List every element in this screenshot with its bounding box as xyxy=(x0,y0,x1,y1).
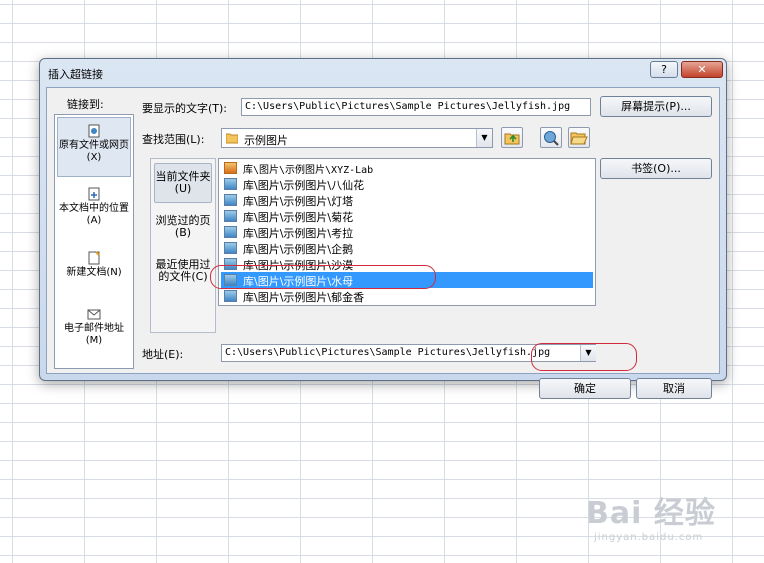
link-to-email[interactable]: 电子邮件地址(M) xyxy=(57,307,131,357)
display-text-input[interactable]: C:\Users\Public\Pictures\Sample Pictures… xyxy=(241,98,591,116)
ok-button[interactable]: 确定 xyxy=(539,378,631,399)
file-name: 库\图片\示例图片\菊花 xyxy=(243,211,354,224)
file-row[interactable]: 库\图片\示例图片\郁金香 xyxy=(221,288,593,304)
look-in-label: 查找范围(L): xyxy=(142,133,205,146)
file-name: 库\图片\示例图片\XYZ-Lab xyxy=(243,165,374,176)
file-name: 库\图片\示例图片\沙漠 xyxy=(243,259,354,272)
file-row[interactable]: 库\图片\示例图片\灯塔 xyxy=(221,192,593,208)
link-to-new-document[interactable]: 新建文档(N) xyxy=(57,251,131,291)
close-button[interactable]: ✕ xyxy=(681,61,723,78)
insert-hyperlink-dialog: 插入超链接 ? ✕ 链接到: 原有文件或网页(X) 本文档中的位置(A) 新建文… xyxy=(39,58,727,399)
nav-recent-files[interactable]: 最近使用过的文件(C) xyxy=(154,259,212,299)
title-bar[interactable]: 插入超链接 ? ✕ xyxy=(40,59,726,87)
address-input[interactable]: C:\Users\Public\Pictures\Sample Pictures… xyxy=(221,344,596,362)
file-row[interactable]: 库\图片\示例图片\企鹅 xyxy=(221,240,593,256)
watermark-brand: Bai 经验 xyxy=(586,496,716,531)
address-chevron-down-icon[interactable]: ▼ xyxy=(580,345,596,361)
address-label: 地址(E): xyxy=(142,348,184,361)
file-list[interactable]: 库\图片\示例图片\XYZ-Lab 库\图片\示例图片\八仙花 库\图片\示例图… xyxy=(218,158,596,306)
file-name: 库\图片\示例图片\灯塔 xyxy=(243,195,354,208)
up-folder-icon xyxy=(504,133,520,145)
bookmark-button[interactable]: 书签(O)... xyxy=(600,158,712,179)
watermark: Bai 经验 jingyan.baidu.com xyxy=(586,488,716,543)
web-search-icon xyxy=(544,131,559,146)
chevron-down-icon[interactable]: ▼ xyxy=(476,129,492,147)
file-row[interactable]: 库\图片\示例图片\XYZ-Lab xyxy=(221,160,593,176)
screen-tip-button[interactable]: 屏幕提示(P)... xyxy=(600,96,712,117)
web-page-icon xyxy=(88,124,100,138)
dialog-title: 插入超链接 xyxy=(48,68,103,81)
file-row[interactable]: 库\图片\示例图片\考拉 xyxy=(221,224,593,240)
nav-browsed-pages[interactable]: 浏览过的页(B) xyxy=(154,215,212,245)
dialog-body: 链接到: 原有文件或网页(X) 本文档中的位置(A) 新建文档(N) 电子邮件地… xyxy=(46,87,720,399)
file-name: 库\图片\示例图片\水母 xyxy=(243,275,354,288)
link-to-new-document-label: 新建文档(N) xyxy=(66,267,122,278)
open-folder-icon xyxy=(570,132,588,145)
look-in-value: 示例图片 xyxy=(244,134,288,147)
file-row[interactable]: 库\图片\示例图片\八仙花 xyxy=(221,176,593,192)
email-icon xyxy=(87,309,101,320)
file-name: 库\图片\示例图片\企鹅 xyxy=(243,243,354,256)
file-row-selected[interactable]: 库\图片\示例图片\水母 xyxy=(221,272,593,288)
watermark-url: jingyan.baidu.com xyxy=(594,532,704,543)
file-name: 库\图片\示例图片\八仙花 xyxy=(243,179,365,192)
image-file-icon xyxy=(224,290,237,302)
file-name: 库\图片\示例图片\考拉 xyxy=(243,227,354,240)
image-file-icon xyxy=(224,226,237,238)
link-to-existing-file-label: 原有文件或网页(X) xyxy=(59,140,129,163)
display-text-label: 要显示的文字(T): xyxy=(142,102,228,115)
nav-current-folder[interactable]: 当前文件夹(U) xyxy=(154,163,212,203)
new-document-icon xyxy=(88,251,100,265)
folder-file-icon xyxy=(224,162,237,174)
link-to-label: 链接到: xyxy=(67,98,104,111)
link-to-panel: 原有文件或网页(X) 本文档中的位置(A) 新建文档(N) 电子邮件地址(M) xyxy=(54,114,134,369)
image-file-icon xyxy=(224,242,237,254)
file-name: 库\图片\示例图片\郁金香 xyxy=(243,291,365,304)
up-folder-button[interactable] xyxy=(501,127,523,148)
address-value: C:\Users\Public\Pictures\Sample Pictures… xyxy=(225,347,551,358)
image-file-icon xyxy=(224,258,237,270)
look-in-select[interactable]: 示例图片 ▼ xyxy=(221,128,493,148)
help-button[interactable]: ? xyxy=(650,61,678,78)
file-row[interactable]: 库\图片\示例图片\沙漠 xyxy=(221,256,593,272)
link-to-document-location[interactable]: 本文档中的位置(A) xyxy=(57,187,131,235)
link-to-email-label: 电子邮件地址(M) xyxy=(64,323,124,346)
cancel-button[interactable]: 取消 xyxy=(636,378,712,399)
folder-icon xyxy=(226,133,238,144)
link-to-existing-file[interactable]: 原有文件或网页(X) xyxy=(57,117,131,177)
image-file-icon xyxy=(224,274,237,286)
browse-file-button[interactable] xyxy=(568,127,590,148)
nav-panel: 当前文件夹(U) 浏览过的页(B) 最近使用过的文件(C) xyxy=(150,158,216,333)
image-file-icon xyxy=(224,194,237,206)
image-file-icon xyxy=(224,210,237,222)
document-location-icon xyxy=(88,187,100,201)
browse-web-button[interactable] xyxy=(540,127,562,148)
link-to-document-location-label: 本文档中的位置(A) xyxy=(59,203,129,226)
file-row[interactable]: 库\图片\示例图片\菊花 xyxy=(221,208,593,224)
image-file-icon xyxy=(224,178,237,190)
